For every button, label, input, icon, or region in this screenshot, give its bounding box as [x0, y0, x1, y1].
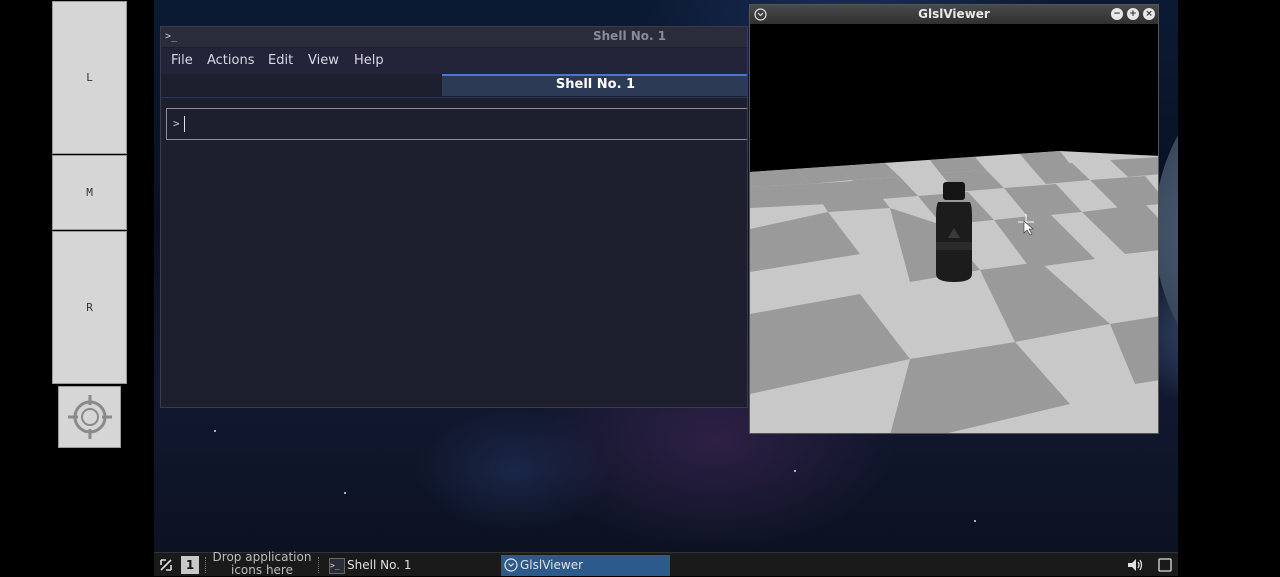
right-mouse-label: R — [86, 301, 93, 314]
star — [344, 492, 346, 494]
desktop-switcher[interactable]: 1 — [181, 556, 199, 574]
app-menu-icon[interactable] — [158, 557, 174, 573]
text-cursor — [184, 116, 185, 132]
left-mouse-label: L — [86, 71, 93, 84]
middle-mouse-label: M — [86, 186, 93, 199]
maximize-icon[interactable]: + — [1127, 8, 1139, 20]
3d-viewport[interactable] — [750, 24, 1159, 434]
tab-shell-1[interactable]: Shell No. 1 — [442, 74, 747, 96]
separator — [318, 557, 320, 573]
crosshair-button[interactable] — [58, 386, 121, 448]
drop-hint-line1: Drop application — [212, 550, 312, 564]
prompt-symbol: > — [173, 117, 180, 130]
shell-titlebar[interactable]: >_ Shell No. 1 — [161, 27, 747, 47]
star — [974, 520, 976, 522]
command-input[interactable]: > — [166, 108, 747, 140]
menu-file[interactable]: File — [171, 53, 193, 68]
shell-window: >_ Shell No. 1 File Actions Edit View He… — [160, 26, 748, 408]
quicklaunch-drop-zone[interactable]: Drop application icons here — [212, 551, 312, 577]
taskbar: 1 Drop application icons here >_ Shell N… — [154, 551, 1178, 577]
menu-edit[interactable]: Edit — [268, 53, 293, 68]
right-mouse-button[interactable]: R — [52, 231, 127, 384]
glslviewer-window: GlslViewer − + × — [749, 4, 1159, 434]
star — [794, 470, 796, 472]
glsl-window-title: GlslViewer — [918, 7, 990, 21]
separator — [205, 557, 207, 573]
menu-view[interactable]: View — [308, 53, 339, 68]
menu-actions[interactable]: Actions — [207, 53, 255, 68]
menu-help[interactable]: Help — [354, 53, 384, 68]
minimize-icon[interactable]: − — [1111, 8, 1123, 20]
show-desktop-icon[interactable] — [1158, 558, 1172, 572]
tab-bar: Shell No. 1 — [161, 74, 747, 98]
middle-mouse-button[interactable]: M — [52, 155, 127, 230]
crosshair-icon — [67, 395, 112, 439]
shell-window-title: Shell No. 1 — [593, 29, 667, 43]
menubar: File Actions Edit View Help — [161, 48, 747, 74]
volume-icon[interactable] — [1126, 557, 1144, 573]
drop-hint-line2: icons here — [231, 563, 293, 577]
glsl-icon — [504, 558, 518, 572]
close-icon[interactable]: × — [1143, 8, 1155, 20]
task-glsl-label: GlslViewer — [520, 558, 584, 572]
terminal-icon: >_ — [165, 31, 178, 42]
task-shell-label: Shell No. 1 — [347, 558, 412, 572]
task-shell[interactable]: >_ Shell No. 1 — [327, 555, 497, 576]
glsl-titlebar[interactable]: GlslViewer − + × — [750, 5, 1158, 24]
task-glslviewer[interactable]: GlslViewer — [501, 555, 670, 576]
terminal-icon: >_ — [329, 558, 345, 574]
star — [214, 430, 216, 432]
left-mouse-button[interactable]: L — [52, 1, 127, 154]
